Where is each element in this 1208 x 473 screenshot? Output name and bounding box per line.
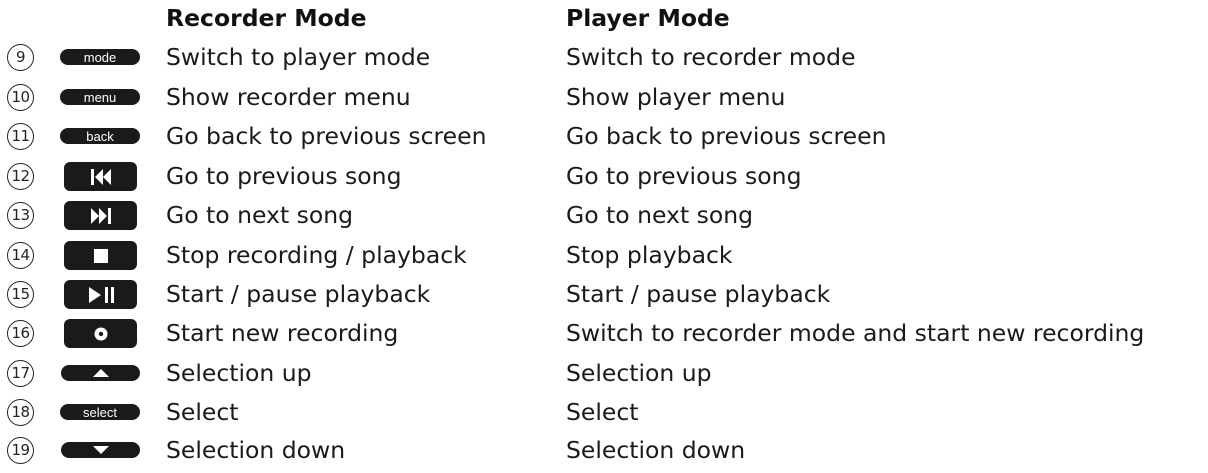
play-pause-key bbox=[64, 280, 137, 309]
player-description: Start / pause playback bbox=[566, 280, 831, 308]
mode-key: mode bbox=[60, 49, 140, 65]
row-number: 10 bbox=[7, 84, 34, 111]
stop-icon bbox=[93, 248, 108, 263]
table-row: 16 Start new recording Switch to recorde… bbox=[0, 316, 1208, 355]
stop-key bbox=[64, 241, 137, 270]
play-pause-icon bbox=[88, 286, 114, 303]
row-number: 13 bbox=[7, 202, 34, 229]
recorder-description: Start / pause playback bbox=[166, 280, 431, 308]
recorder-description: Go to previous song bbox=[166, 162, 402, 190]
row-number: 11 bbox=[7, 123, 34, 150]
table-row: 13 Go to next song Go to next song bbox=[0, 198, 1208, 237]
table-row: 9 mode Switch to player mode Switch to r… bbox=[0, 40, 1208, 79]
row-number: 9 bbox=[7, 44, 34, 71]
row-number: 17 bbox=[7, 360, 34, 387]
table-row: 15 Start / pause playback Start / pause … bbox=[0, 277, 1208, 316]
recorder-description: Go back to previous screen bbox=[166, 122, 487, 150]
player-description: Go to previous song bbox=[566, 162, 802, 190]
player-description: Selection down bbox=[566, 436, 746, 464]
menu-key: menu bbox=[60, 89, 140, 105]
player-description: Switch to recorder mode and start new re… bbox=[566, 319, 1145, 347]
player-description: Switch to recorder mode bbox=[566, 43, 856, 71]
player-description: Select bbox=[566, 398, 639, 426]
row-number: 18 bbox=[7, 399, 34, 426]
row-number: 19 bbox=[7, 437, 34, 464]
recorder-description: Go to next song bbox=[166, 201, 354, 229]
table-row: 12 Go to previous song Go to previous so… bbox=[0, 159, 1208, 198]
up-arrow-icon bbox=[92, 369, 109, 377]
previous-key bbox=[64, 162, 137, 191]
recorder-description: Selection up bbox=[166, 359, 312, 387]
previous-icon bbox=[90, 168, 111, 185]
row-number: 15 bbox=[7, 281, 34, 308]
next-icon bbox=[90, 207, 111, 224]
record-icon bbox=[94, 327, 107, 340]
player-description: Go back to previous screen bbox=[566, 122, 887, 150]
player-description: Show player menu bbox=[566, 83, 786, 111]
player-mode-header: Player Mode bbox=[566, 4, 730, 32]
recorder-description: Show recorder menu bbox=[166, 83, 411, 111]
table-row: 19 Selection down Selection down bbox=[0, 433, 1208, 472]
recorder-description: Stop recording / playback bbox=[166, 241, 467, 269]
recorder-description: Selection down bbox=[166, 436, 346, 464]
player-description: Selection up bbox=[566, 359, 712, 387]
back-key: back bbox=[60, 128, 140, 144]
recorder-description: Switch to player mode bbox=[166, 43, 431, 71]
row-number: 16 bbox=[7, 320, 34, 347]
player-description: Stop playback bbox=[566, 241, 733, 269]
table-row: 18 select Select Select bbox=[0, 395, 1208, 434]
up-key bbox=[61, 365, 140, 381]
down-key bbox=[61, 442, 140, 458]
row-number: 14 bbox=[7, 242, 34, 269]
table-row: 17 Selection up Selection up bbox=[0, 356, 1208, 395]
table-row: 10 menu Show recorder menu Show player m… bbox=[0, 80, 1208, 119]
table-row: 11 back Go back to previous screen Go ba… bbox=[0, 119, 1208, 158]
next-key bbox=[64, 201, 137, 230]
recorder-mode-header: Recorder Mode bbox=[166, 4, 367, 32]
select-key: select bbox=[60, 404, 140, 420]
table-row: 14 Stop recording / playback Stop playba… bbox=[0, 238, 1208, 277]
recorder-description: Start new recording bbox=[166, 319, 399, 347]
recorder-description: Select bbox=[166, 398, 239, 426]
row-number: 12 bbox=[7, 163, 34, 190]
player-description: Go to next song bbox=[566, 201, 754, 229]
down-arrow-icon bbox=[92, 446, 109, 454]
record-key bbox=[64, 319, 137, 348]
